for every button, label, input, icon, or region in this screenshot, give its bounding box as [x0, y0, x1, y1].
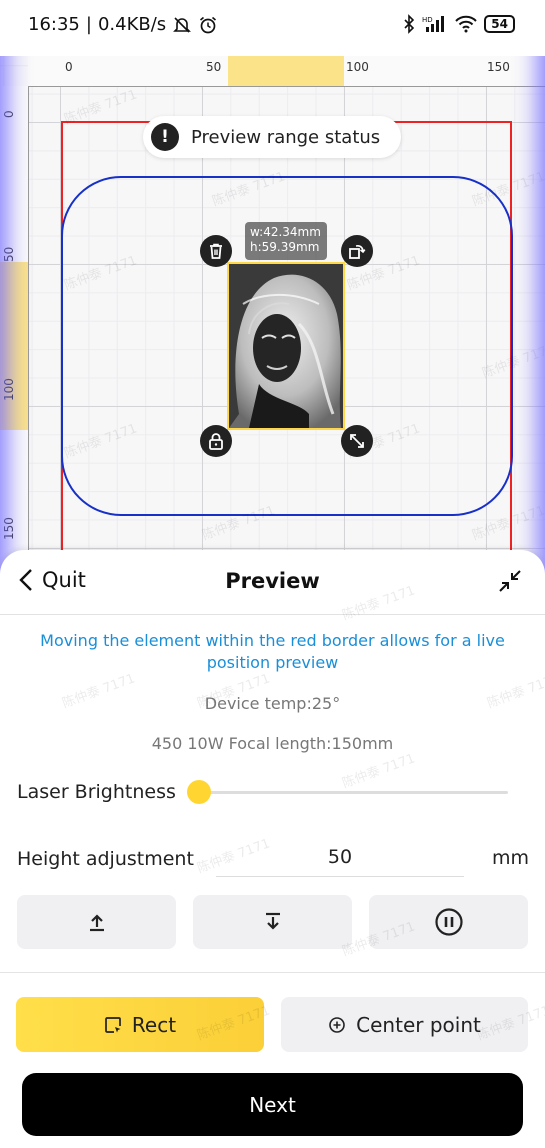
signal-icon: HD [422, 16, 445, 32]
ruler-top-tick: 100 [346, 60, 369, 74]
move-down-button[interactable] [193, 895, 352, 949]
ruler-top-tick: 150 [487, 60, 510, 74]
divider [0, 972, 545, 973]
bluetooth-icon [404, 14, 415, 34]
move-up-button[interactable] [17, 895, 176, 949]
dimension-label: w:42.34mm h:59.39mm [245, 222, 327, 260]
ruler-top-tick: 0 [65, 60, 73, 74]
watermark: 陈仲泰 7171 [340, 751, 418, 792]
live-preview-hint: Moving the element within the red border… [40, 631, 505, 672]
ruler-left-tick: 50 [2, 246, 16, 262]
alarm-icon [200, 16, 217, 33]
panel-title: Preview [225, 569, 320, 593]
next-button[interactable]: Next [22, 1073, 523, 1136]
preview-range-status[interactable]: ! Preview range status [143, 116, 401, 158]
brightness-slider[interactable] [199, 791, 508, 794]
network-speed: 0.4KB/s [97, 14, 167, 35]
svg-text:HD: HD [422, 16, 433, 24]
center-point-button[interactable]: Center point [281, 997, 528, 1052]
move-down-icon [265, 912, 280, 930]
pause-icon [434, 908, 463, 936]
rect-mode-button[interactable]: Rect [16, 997, 264, 1052]
lock-handle[interactable] [200, 425, 232, 457]
rotate-icon [349, 245, 366, 259]
wifi-icon [455, 15, 478, 33]
move-up-icon [89, 914, 104, 932]
selected-image[interactable] [227, 262, 345, 430]
battery-icon: 54 [484, 15, 515, 33]
preview-range-status-label: Preview range status [191, 126, 381, 148]
rotate-handle[interactable] [341, 235, 373, 267]
device-temp: Device temp:25° [204, 694, 341, 713]
rect-mode-label: Rect [131, 1012, 177, 1037]
height-value: h:59.39mm [250, 240, 320, 254]
mute-icon [173, 16, 192, 33]
clock: 16:35 [28, 14, 80, 35]
ruler-left-tick: 0 [2, 110, 16, 118]
laser-info: 450 10W Focal length:150mm [151, 734, 394, 753]
alert-icon: ! [151, 123, 179, 151]
height-unit: mm [492, 847, 530, 869]
height-label: Height adjustment [17, 848, 194, 870]
ruler-top-highlight [228, 56, 344, 86]
ruler-top-tick: 50 [206, 60, 222, 74]
ruler-left-tick: 100 [2, 378, 16, 401]
center-point-label: Center point [356, 1012, 481, 1037]
delete-handle[interactable] [200, 235, 232, 267]
width-value: w:42.34mm [250, 225, 321, 239]
status-bar: 16:35 | 0.4KB/s HD 54 [0, 0, 545, 56]
battery-level: 54 [491, 17, 508, 31]
lock-icon [209, 433, 223, 450]
resize-handle[interactable] [341, 425, 373, 457]
brightness-label: Laser Brightness [17, 781, 176, 803]
pause-button[interactable] [369, 895, 528, 949]
resize-icon [350, 434, 364, 448]
collapse-icon [499, 570, 521, 592]
panel-header: Quit Preview [0, 550, 545, 615]
ruler-left-tick: 150 [2, 517, 16, 540]
brightness-slider-thumb[interactable] [187, 780, 211, 804]
ruler-left-highlight [0, 262, 28, 430]
preview-panel: Quit Preview Moving the element within t… [0, 550, 545, 1148]
collapse-button[interactable] [497, 568, 523, 598]
portrait-image [229, 264, 343, 428]
rect-select-icon [105, 1016, 121, 1033]
height-input[interactable]: 50 [216, 846, 464, 877]
status-separator: | [85, 14, 92, 35]
delete-icon [210, 243, 222, 259]
center-point-icon [329, 1016, 345, 1033]
